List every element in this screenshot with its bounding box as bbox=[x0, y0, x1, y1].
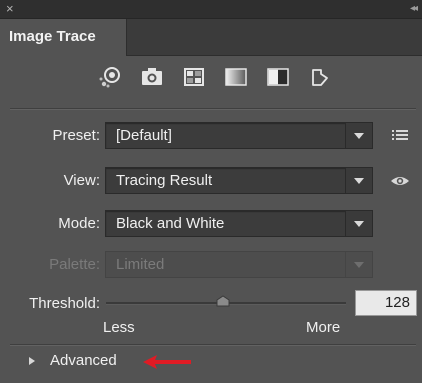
black-and-white-icon[interactable] bbox=[263, 62, 293, 92]
high-color-icon[interactable] bbox=[137, 62, 167, 92]
auto-color-icon[interactable] bbox=[95, 62, 125, 92]
grayscale-icon[interactable] bbox=[221, 62, 251, 92]
palette-value: Limited bbox=[116, 256, 165, 273]
preset-icon-row bbox=[0, 62, 422, 98]
low-color-icon[interactable] bbox=[179, 62, 209, 92]
divider bbox=[10, 344, 416, 346]
panel-title-bar: × ◂◂ bbox=[0, 0, 422, 19]
outline-icon[interactable] bbox=[305, 62, 335, 92]
slider-min-label: Less bbox=[103, 319, 135, 336]
panel-tab-strip: Image Trace bbox=[0, 19, 422, 56]
mode-value: Black and White bbox=[116, 215, 225, 232]
tab-image-trace[interactable]: Image Trace bbox=[0, 19, 127, 56]
view-dropdown[interactable]: Tracing Result bbox=[105, 167, 373, 194]
collapse-icon[interactable]: ◂◂ bbox=[410, 0, 418, 18]
palette-dropdown: Limited bbox=[105, 251, 373, 278]
advanced-toggle[interactable]: Advanced bbox=[50, 352, 117, 369]
chevron-down-icon[interactable] bbox=[345, 168, 372, 193]
preset-dropdown[interactable]: [Default] bbox=[105, 122, 373, 149]
threshold-slider-thumb[interactable] bbox=[216, 294, 230, 307]
preset-value: [Default] bbox=[116, 127, 172, 144]
disclosure-triangle-icon[interactable] bbox=[28, 353, 36, 371]
close-icon[interactable]: × bbox=[6, 0, 14, 18]
mode-label: Mode: bbox=[58, 215, 100, 232]
preset-label: Preset: bbox=[52, 127, 100, 144]
view-label: View: bbox=[63, 172, 100, 189]
annotation-arrow-icon bbox=[141, 353, 193, 376]
image-trace-panel: × ◂◂ Image Trace Preset: [Default] View:… bbox=[0, 0, 422, 383]
threshold-label: Threshold: bbox=[29, 295, 100, 312]
view-value: Tracing Result bbox=[116, 172, 213, 189]
divider bbox=[10, 108, 416, 110]
chevron-down-icon bbox=[345, 252, 372, 277]
tab-title: Image Trace bbox=[9, 28, 96, 45]
list-icon[interactable] bbox=[391, 127, 409, 148]
slider-max-label: More bbox=[306, 319, 341, 336]
eye-icon[interactable] bbox=[390, 173, 410, 194]
chevron-down-icon[interactable] bbox=[345, 123, 372, 148]
threshold-value: 128 bbox=[384, 294, 410, 311]
threshold-value-field[interactable]: 128 bbox=[355, 290, 417, 316]
mode-dropdown[interactable]: Black and White bbox=[105, 210, 373, 237]
palette-label: Palette: bbox=[49, 256, 100, 273]
chevron-down-icon[interactable] bbox=[345, 211, 372, 236]
